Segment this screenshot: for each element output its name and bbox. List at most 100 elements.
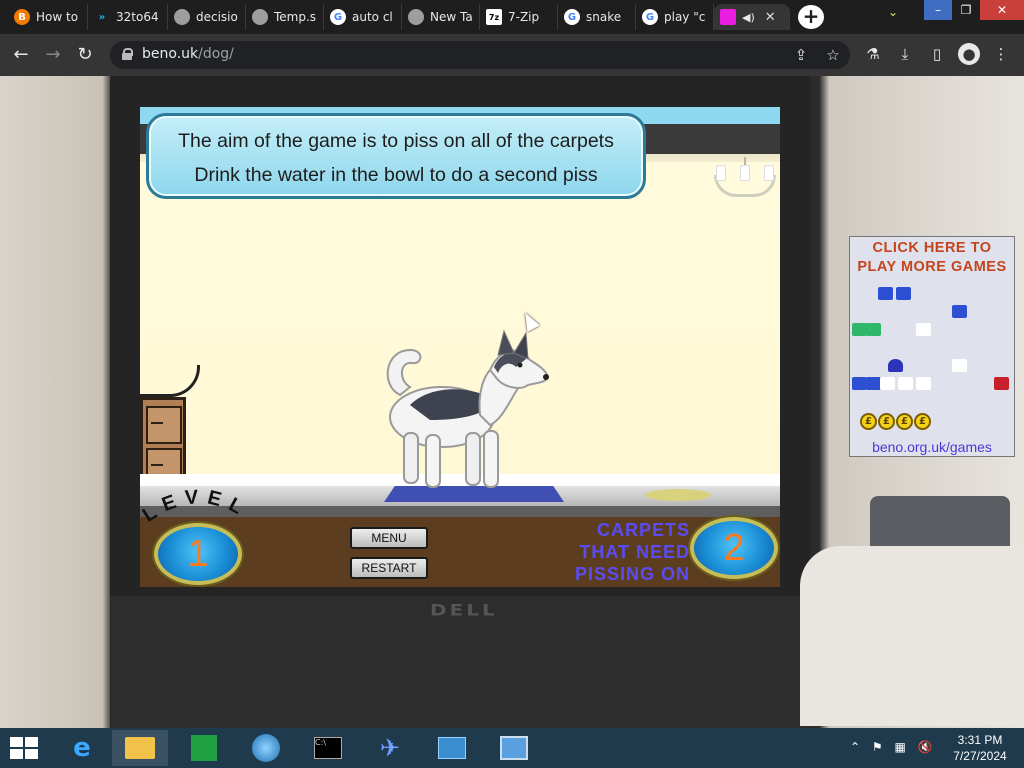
carpets-label-line-1: CARPETS	[596, 520, 690, 540]
tab-play[interactable]: G play "c	[636, 4, 714, 30]
chandelier-right	[710, 157, 780, 217]
profile-avatar-icon[interactable]: ●	[958, 43, 980, 65]
background-telephone	[800, 546, 1024, 726]
svg-text:LEVEL: LEVEL	[140, 487, 253, 527]
water-puddle	[645, 489, 711, 501]
speaker-icon[interactable]: ◀)	[742, 11, 755, 24]
ad-tile	[880, 377, 895, 390]
level-label: LEVEL	[140, 487, 253, 527]
flag-icon[interactable]: ⚑	[872, 740, 883, 754]
chrome-icon	[408, 9, 424, 25]
google-icon: G	[564, 9, 580, 25]
coin-icon: £	[878, 413, 895, 430]
browser-toolbar: ← → ↻ beno.uk/dog/ ⇪ ☆ ⚗ ⤓ ▯ ● ⋮	[0, 34, 1024, 76]
game-canvas[interactable]: The aim of the game is to piss on all of…	[140, 107, 780, 587]
back-arrow-icon[interactable]: ←	[8, 42, 34, 68]
windows-taskbar: e C:\ ✈ ⌃ ⚑ ▦ 🔇 3:31 PM 7/27/2024	[0, 728, 1024, 768]
ad-tile	[866, 323, 881, 336]
side-panel-icon[interactable]: ▯	[926, 43, 948, 65]
labs-flask-icon[interactable]: ⚗	[862, 43, 884, 65]
kebab-menu-icon[interactable]: ⋮	[990, 43, 1012, 65]
google-icon: G	[330, 9, 346, 25]
ad-tile	[916, 377, 931, 390]
network-globe-icon[interactable]	[238, 730, 294, 766]
store-icon[interactable]	[176, 730, 232, 766]
download-icon[interactable]: ⤓	[894, 43, 916, 65]
command-prompt-icon[interactable]: C:\	[300, 730, 356, 766]
ad-tile	[994, 377, 1009, 390]
tab-snake[interactable]: G snake	[558, 4, 636, 30]
reload-icon[interactable]: ↻	[72, 42, 98, 68]
tab-auto-click[interactable]: G auto cl	[324, 4, 402, 30]
menu-button[interactable]: MENU	[350, 527, 428, 549]
tab-title: 32to64	[116, 10, 159, 24]
tab-decision[interactable]: decisio	[168, 4, 246, 30]
restore-button[interactable]: ❐	[952, 0, 980, 20]
tab-how-to[interactable]: B How to	[8, 4, 88, 30]
start-button-windows-icon[interactable]	[10, 737, 38, 759]
forward-arrow-icon[interactable]: →	[40, 42, 66, 68]
taskbar-clock[interactable]: 3:31 PM 7/27/2024	[944, 732, 1016, 764]
ad-url-link[interactable]: beno.org.uk/games	[850, 439, 1014, 455]
clock-date: 7/27/2024	[953, 749, 1007, 763]
network-icon[interactable]: ▦	[894, 740, 905, 754]
monitor-logo: DELL	[430, 600, 498, 620]
share-icon[interactable]: ⇪	[790, 44, 812, 66]
instruction-line-2: Drink the water in the bowl to do a seco…	[194, 164, 598, 186]
instruction-bubble: The aim of the game is to piss on all of…	[146, 113, 646, 199]
restart-button[interactable]: RESTART	[350, 557, 428, 579]
carpets-remaining-number: 2	[723, 527, 745, 569]
system-tray: ⌃ ⚑ ▦ 🔇	[850, 740, 933, 754]
globe-icon	[174, 9, 190, 25]
tab-title: decisio	[196, 10, 238, 24]
tab-32to64[interactable]: » 32to64	[88, 4, 168, 30]
volume-muted-icon[interactable]: 🔇	[918, 740, 933, 754]
tab-strip: B How to » 32to64 decisio Temp.s G auto …	[0, 0, 1024, 34]
ad-title-line-2: PLAY MORE GAMES	[857, 259, 1007, 275]
tab-7zip[interactable]: 7z 7-Zip	[480, 4, 558, 30]
beno-icon	[720, 9, 736, 25]
tab-title: Temp.s	[274, 10, 317, 24]
page-content: DELL The aim of the game is to piss on a…	[0, 76, 1024, 728]
ad-tile	[952, 359, 967, 372]
show-hidden-icons-icon[interactable]: ⌃	[850, 740, 860, 754]
tab-title: snake	[586, 10, 622, 24]
bird-app-icon[interactable]: ✈	[362, 730, 418, 766]
file-explorer-icon[interactable]	[112, 730, 168, 766]
bookmark-star-icon[interactable]: ☆	[822, 44, 844, 66]
chevron-app-icon: »	[98, 11, 106, 23]
tab-temp[interactable]: Temp.s	[246, 4, 324, 30]
ad-tile	[852, 323, 867, 336]
tab-search-chevron-icon[interactable]: ⌄	[888, 5, 898, 19]
tab-new-tab[interactable]: New Ta	[402, 4, 480, 30]
tab-beno-dog[interactable]: ◀) ✕	[714, 4, 790, 30]
address-bar[interactable]: beno.uk/dog/ ⇪ ☆	[110, 41, 850, 69]
minimize-button[interactable]: –	[924, 0, 952, 20]
carpets-remaining-label: CARPETS THAT NEED PISSING ON	[540, 519, 690, 585]
tab-title: auto cl	[352, 10, 393, 24]
lock-icon	[122, 48, 133, 60]
tab-title: 7-Zip	[508, 10, 540, 24]
disk-tool-icon[interactable]	[424, 730, 480, 766]
new-tab-button[interactable]: +	[798, 5, 824, 29]
carpets-label-line-3: PISSING ON	[574, 564, 690, 584]
ad-tile	[878, 287, 893, 300]
tab-title: New Ta	[430, 10, 473, 24]
ad-player-icon	[888, 359, 903, 372]
coin-icon: £	[896, 413, 913, 430]
ad-tile	[952, 305, 967, 318]
ad-tile	[866, 377, 881, 390]
close-tab-icon[interactable]: ✕	[765, 10, 776, 25]
carpets-label-line-2: THAT NEED	[579, 542, 690, 562]
level-orb: 1	[154, 523, 242, 585]
tab-title: How to	[36, 10, 79, 24]
7zip-icon: 7z	[486, 9, 502, 25]
url-text[interactable]: beno.uk/dog/	[142, 46, 234, 62]
carpets-orb: 2	[690, 517, 778, 579]
close-window-button[interactable]: ✕	[980, 0, 1024, 20]
internet-explorer-icon[interactable]: e	[54, 730, 110, 766]
level-number: 1	[187, 533, 209, 575]
coin-icon: £	[914, 413, 931, 430]
remote-desktop-icon[interactable]	[486, 730, 542, 766]
more-games-ad[interactable]: CLICK HERE TO PLAY MORE GAMES £ £ £ £ be…	[849, 236, 1015, 457]
